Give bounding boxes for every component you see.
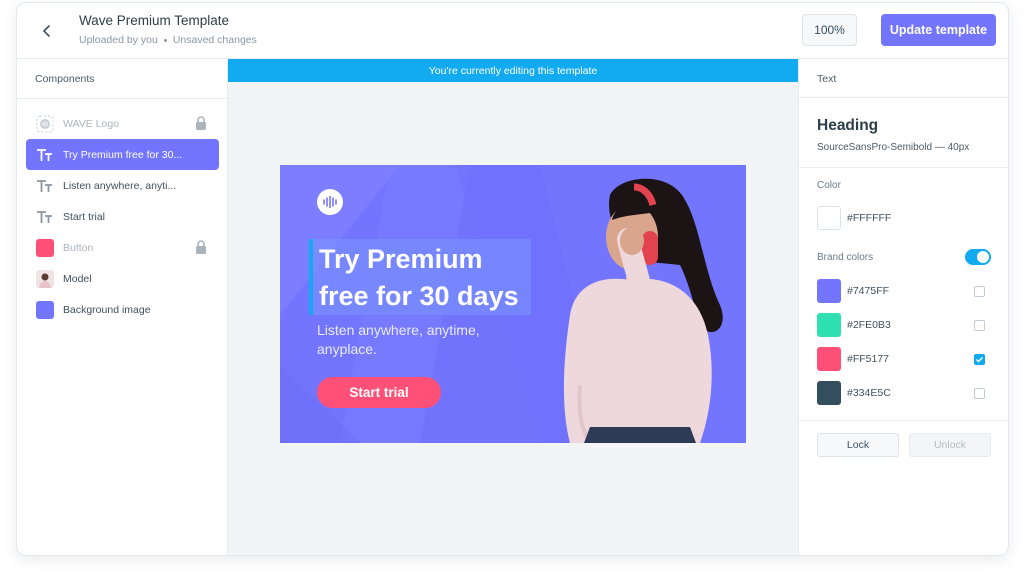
canvas-area: You're currently editing this template T… (228, 59, 798, 555)
brand-color-hex: #7475FF (847, 285, 890, 297)
text-icon (36, 177, 54, 195)
component-label: Start trial (63, 210, 106, 223)
editor-window: Wave Premium Template Uploaded by you Un… (16, 2, 1009, 556)
uploaded-by: Uploaded by you (79, 34, 158, 46)
brand-color-checkbox[interactable] (974, 286, 985, 297)
brand-color-checkbox[interactable] (974, 388, 985, 399)
component-label: WAVE Logo (63, 117, 120, 130)
component-headline-text[interactable]: Try Premium free for 30... (26, 139, 219, 170)
template-title: Wave Premium Template (79, 13, 230, 28)
component-start-trial-text[interactable]: Start trial (26, 201, 219, 232)
unlock-button[interactable]: Unlock (909, 433, 991, 457)
component-label: Listen anywhere, anyti... (63, 179, 177, 192)
brand-colors-label: Brand colors (817, 252, 874, 263)
zoom-button[interactable]: 100% (802, 14, 857, 46)
text-style-heading: Heading (817, 117, 879, 134)
checkmark-icon (975, 356, 984, 363)
back-button[interactable] (35, 19, 59, 43)
brand-color-swatch[interactable] (817, 347, 841, 371)
components-title: Components (35, 73, 95, 85)
brand-color-hex: #FF5177 (847, 353, 890, 365)
component-label: Try Premium free for 30... (63, 148, 183, 161)
lock-button[interactable]: Lock (817, 433, 899, 457)
wave-logo-icon[interactable] (317, 189, 343, 215)
brand-color-hex: #2FE0B3 (847, 319, 891, 331)
component-label: Button (63, 241, 94, 254)
brand-color-swatch[interactable] (817, 279, 841, 303)
text-icon (36, 146, 54, 164)
lock-icon (195, 116, 207, 133)
brand-colors-toggle[interactable] (965, 249, 991, 265)
color-label: Color (817, 180, 841, 191)
brand-color-hex: #334E5C (847, 387, 891, 399)
ad-subtext[interactable]: Listen anywhere, anytime, anyplace. (317, 321, 517, 359)
color-swatch[interactable] (817, 206, 841, 230)
background-swatch-icon (36, 300, 54, 319)
component-label: Background image (63, 303, 151, 316)
top-bar: Wave Premium Template Uploaded by you Un… (17, 3, 1008, 59)
brand-color-swatch[interactable] (817, 313, 841, 337)
components-list: WAVE Logo Try Premium free for 30... Lis… (26, 108, 219, 325)
panel-divider (799, 167, 1008, 168)
color-value: #FFFFFF (847, 212, 892, 224)
ad-start-trial-button[interactable]: Start trial (317, 377, 441, 408)
component-label: Model (63, 272, 92, 285)
toggle-knob (977, 251, 989, 263)
chevron-left-icon (42, 25, 50, 37)
ad-headline-box[interactable]: Try Premium free for 30 days (309, 239, 531, 315)
brand-color-swatch[interactable] (817, 381, 841, 405)
model-photo[interactable] (550, 165, 746, 443)
components-panel: Components WAVE Logo Try Premium free fo… (17, 59, 228, 555)
wave-logo-icon (36, 115, 54, 133)
ad-preview[interactable]: Try Premium free for 30 days Listen anyw… (280, 165, 746, 443)
component-button[interactable]: Button (26, 232, 219, 263)
text-icon (36, 208, 54, 226)
panel-divider (799, 97, 1008, 98)
text-properties-panel: Text Heading SourceSansPro-Semibold — 40… (798, 59, 1008, 555)
model-thumbnail-icon (36, 269, 54, 288)
brand-color-checkbox[interactable] (974, 320, 985, 331)
brand-color-checkbox[interactable] (974, 354, 985, 365)
button-swatch-icon (36, 238, 54, 257)
ad-headline: Try Premium free for 30 days (319, 244, 519, 311)
lock-icon (195, 240, 207, 257)
editing-notice: You're currently editing this template (228, 59, 798, 82)
component-subtext[interactable]: Listen anywhere, anyti... (26, 170, 219, 201)
font-info: SourceSansPro-Semibold — 40px (817, 142, 970, 153)
panel-divider (799, 420, 1008, 421)
separator-dot (163, 38, 167, 42)
component-background-image[interactable]: Background image (26, 294, 219, 325)
save-status: Unsaved changes (172, 34, 257, 46)
component-wave-logo[interactable]: WAVE Logo (26, 108, 219, 139)
panel-divider (17, 98, 227, 99)
update-template-button[interactable]: Update template (881, 14, 996, 46)
component-model[interactable]: Model (26, 263, 219, 294)
panel-title: Text (817, 73, 837, 85)
template-meta: Uploaded by you Unsaved changes (79, 34, 257, 46)
